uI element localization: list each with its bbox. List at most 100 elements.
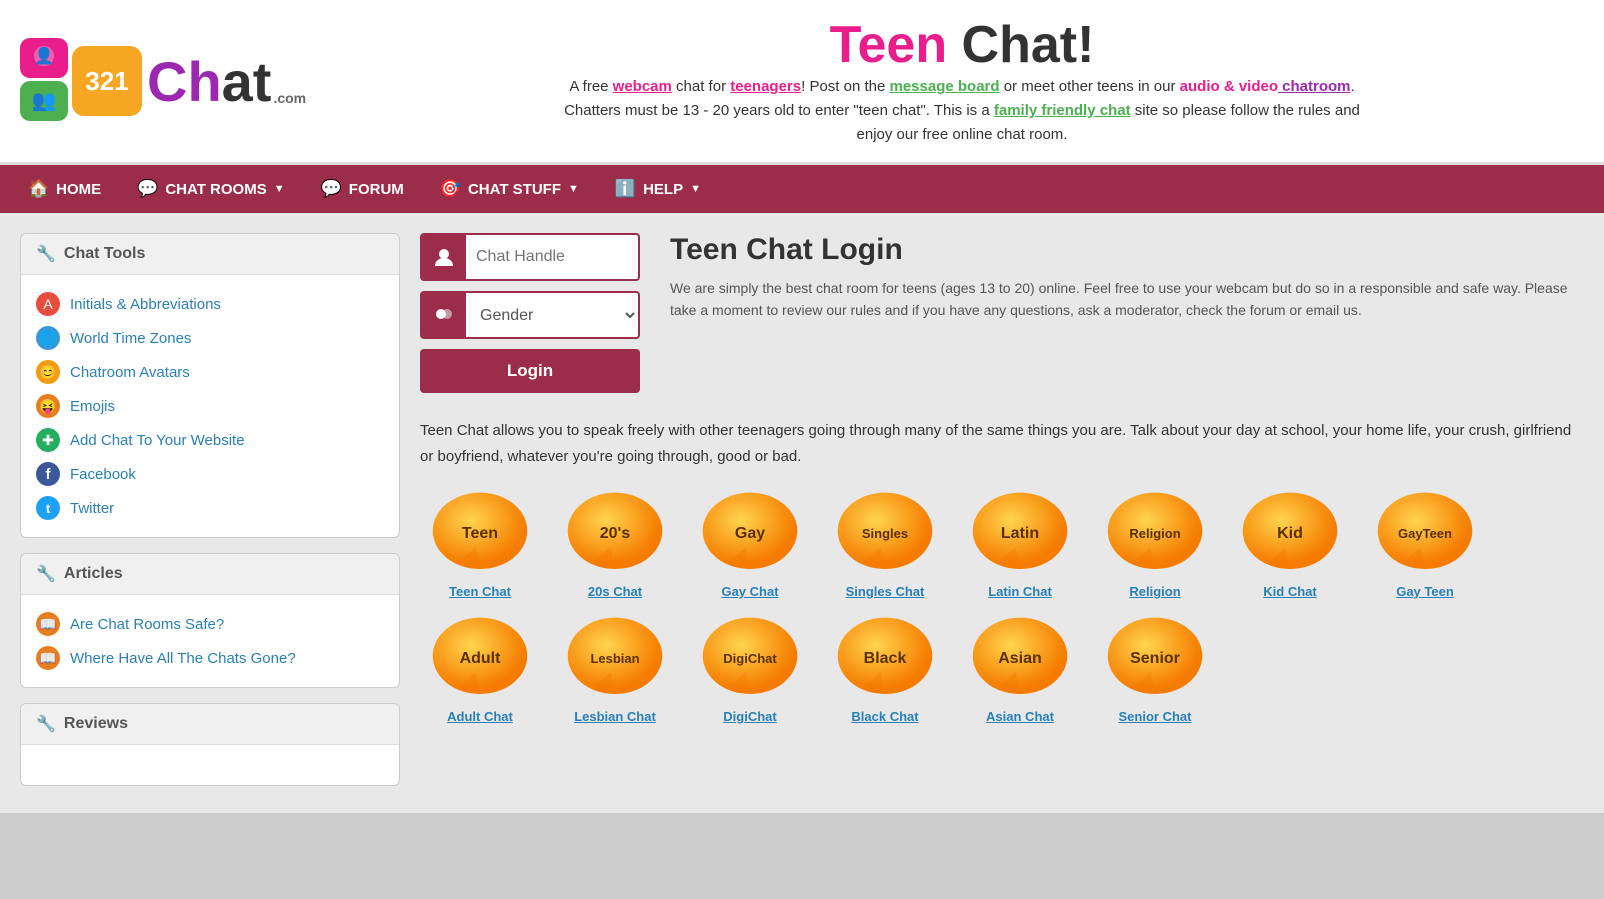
chat-bubble: Black <box>835 614 935 704</box>
chat-room-item[interactable]: 20's 20s Chat <box>555 489 675 599</box>
gender-input-row: Gender Male Female Other <box>420 291 640 339</box>
chat-bubble-text: Religion <box>1129 527 1180 541</box>
chat-room-item[interactable]: Kid Kid Chat <box>1230 489 1350 599</box>
help-icon: ℹ️ <box>615 179 636 199</box>
gender-select[interactable]: Gender Male Female Other <box>466 298 638 333</box>
header-title-area: Teen Chat! A free webcam chat for teenag… <box>340 15 1584 147</box>
page-header: 👤 👥 321 Chat.com Teen Chat! A free webca… <box>0 0 1604 165</box>
chatroom-link[interactable]: chatroom <box>1278 78 1351 95</box>
article-gone-icon: 📖 <box>36 646 60 670</box>
chat-bubble-text: Senior <box>1130 650 1180 668</box>
chat-room-name-link[interactable]: Gay Chat <box>721 584 778 599</box>
chat-bubble: Kid <box>1240 489 1340 579</box>
chat-room-item[interactable]: TeenTeen Chat <box>420 489 540 599</box>
nav-help[interactable]: ℹ️ HELP ▼ <box>597 165 719 213</box>
logo-bubble-green: 👥 <box>20 81 68 121</box>
chat-room-name-link[interactable]: Latin Chat <box>988 584 1052 599</box>
chat-bubble: Senior <box>1105 614 1205 704</box>
chat-room-name-link[interactable]: Gay Teen <box>1396 584 1454 599</box>
chat-bubble: Latin <box>970 489 1070 579</box>
handle-icon <box>422 235 466 279</box>
header-description: A free webcam chat for teenagers! Post o… <box>562 75 1362 147</box>
teenagers-link[interactable]: teenagers <box>730 78 801 95</box>
chat-bubble-text: Asian <box>998 650 1042 668</box>
chat-room-item[interactable]: Asian Asian Chat <box>960 614 1080 724</box>
handle-input-row <box>420 233 640 281</box>
chat-bubble-text: 20's <box>600 525 631 543</box>
chat-room-name-link[interactable]: Singles Chat <box>846 584 925 599</box>
forum-icon: 💬 <box>321 179 342 199</box>
main-content: 🔧 Chat Tools A Initials & Abbreviations … <box>0 213 1604 813</box>
sidebar-link-avatars[interactable]: 😊 Chatroom Avatars <box>36 355 384 389</box>
chat-room-name-link[interactable]: Black Chat <box>851 709 918 724</box>
desc-end: . <box>1351 78 1355 95</box>
facebook-label: Facebook <box>70 466 136 483</box>
chat-room-item[interactable]: Singles Singles Chat <box>825 489 945 599</box>
desc-post: ! Post on the <box>801 78 889 95</box>
twitter-label: Twitter <box>70 500 114 517</box>
chat-tools-icon: 🔧 <box>36 244 56 264</box>
main-nav: 🏠 HOME 💬 CHAT ROOMS ▼ 💬 FORUM 🎯 CHAT STU… <box>0 165 1604 213</box>
chat-bubble: GayTeen <box>1375 489 1475 579</box>
nav-forum-label: FORUM <box>349 181 404 198</box>
emojis-icon: 😝 <box>36 394 60 418</box>
sidebar-link-emojis[interactable]: 😝 Emojis <box>36 389 384 423</box>
sidebar-link-add-chat[interactable]: ✚ Add Chat To Your Website <box>36 423 384 457</box>
chat-room-item[interactable]: LesbianLesbian Chat <box>555 614 675 724</box>
login-title: Teen Chat Login <box>670 233 1584 267</box>
logo-area: 👤 👥 321 Chat.com <box>20 38 340 124</box>
nav-chat-rooms[interactable]: 💬 CHAT ROOMS ▼ <box>119 165 302 213</box>
sidebar-link-twitter[interactable]: t Twitter <box>36 491 384 525</box>
nav-forum[interactable]: 💬 FORUM <box>303 165 422 213</box>
nav-home[interactable]: 🏠 HOME <box>10 165 119 213</box>
chat-room-name-link[interactable]: DigiChat <box>723 709 776 724</box>
chat-bubble-text: Latin <box>1001 525 1039 543</box>
chat-room-item[interactable]: GayTeen Gay Teen <box>1365 489 1485 599</box>
sidebar-link-gone[interactable]: 📖 Where Have All The Chats Gone? <box>36 641 384 675</box>
avatars-icon: 😊 <box>36 360 60 384</box>
nav-home-label: HOME <box>56 181 101 198</box>
nav-chat-rooms-label: CHAT ROOMS <box>165 181 266 198</box>
chat-room-item[interactable]: Senior Senior Chat <box>1095 614 1215 724</box>
webcam-link[interactable]: webcam <box>613 78 672 95</box>
chat-bubble-text: GayTeen <box>1398 527 1452 541</box>
logo-bubble-pink: 👤 <box>20 38 68 78</box>
chat-room-item[interactable]: AdultAdult Chat <box>420 614 540 724</box>
desc-mid: chat for <box>672 78 730 95</box>
chat-room-item[interactable]: Black Black Chat <box>825 614 945 724</box>
articles-body: 📖 Are Chat Rooms Safe? 📖 Where Have All … <box>21 595 399 687</box>
chat-room-name-link[interactable]: 20s Chat <box>588 584 642 599</box>
login-description: Teen Chat Login We are simply the best c… <box>670 233 1584 393</box>
twitter-icon: t <box>36 496 60 520</box>
desc-pre: A free <box>569 78 612 95</box>
chat-room-name-link[interactable]: Asian Chat <box>986 709 1054 724</box>
sidebar-link-timezones[interactable]: 🌐 World Time Zones <box>36 321 384 355</box>
message-board-link[interactable]: message board <box>890 78 1000 95</box>
articles-icon: 🔧 <box>36 564 56 584</box>
reviews-header: 🔧 Reviews <box>21 704 399 745</box>
chat-handle-input[interactable] <box>466 240 638 274</box>
chat-room-item[interactable]: GayGay Chat <box>690 489 810 599</box>
chat-room-name-link[interactable]: Lesbian Chat <box>574 709 656 724</box>
chat-room-item[interactable]: DigiChatDigiChat <box>690 614 810 724</box>
chat-room-name-link[interactable]: Senior Chat <box>1119 709 1192 724</box>
sidebar-link-facebook[interactable]: f Facebook <box>36 457 384 491</box>
family-friendly-link[interactable]: family friendly chat <box>994 102 1131 119</box>
chat-room-item[interactable]: Religion Religion <box>1095 489 1215 599</box>
chat-room-name-link[interactable]: Religion <box>1129 584 1180 599</box>
chat-room-name-link[interactable]: Kid Chat <box>1263 584 1316 599</box>
main-content-area: Gender Male Female Other Login Teen Chat… <box>420 233 1584 793</box>
chat-tools-header: 🔧 Chat Tools <box>21 234 399 275</box>
sidebar-link-safe[interactable]: 📖 Are Chat Rooms Safe? <box>36 607 384 641</box>
title-teen: Teen <box>830 16 948 74</box>
login-section: Gender Male Female Other Login Teen Chat… <box>420 233 1584 393</box>
nav-chat-stuff[interactable]: 🎯 CHAT STUFF ▼ <box>422 165 597 213</box>
chat-bubble-text: Kid <box>1277 525 1303 543</box>
chat-bubble: Singles <box>835 489 935 579</box>
login-button[interactable]: Login <box>420 349 640 393</box>
svg-text:👥: 👥 <box>32 90 57 112</box>
sidebar-link-initials[interactable]: A Initials & Abbreviations <box>36 287 384 321</box>
chat-room-name-link[interactable]: Adult Chat <box>447 709 513 724</box>
chat-room-item[interactable]: Latin Latin Chat <box>960 489 1080 599</box>
chat-room-name-link[interactable]: Teen Chat <box>449 584 511 599</box>
